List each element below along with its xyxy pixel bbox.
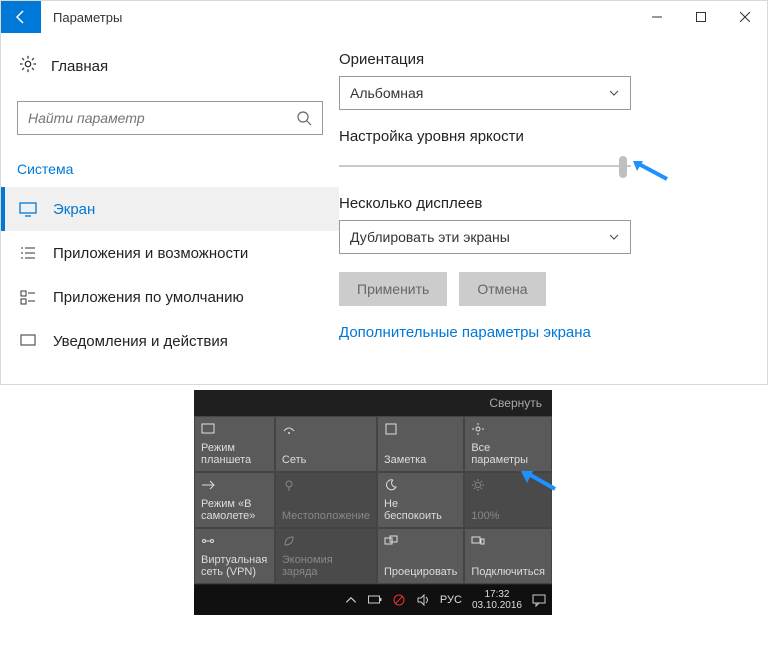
tile-location[interactable]: Местоположение [275,472,377,528]
sidebar: Главная Система Экран Приложения и возмо… [1,33,339,384]
close-icon [740,12,750,22]
brightness-slider[interactable] [339,153,639,183]
nav-label: Уведомления и действия [53,333,228,350]
date: 03.10.2016 [472,600,522,611]
slider-track [339,165,631,167]
airplane-icon [201,478,268,494]
maximize-button[interactable] [679,1,723,33]
gear-icon [471,422,545,438]
minimize-button[interactable] [635,1,679,33]
monitor-icon [19,200,37,218]
chevron-up-icon[interactable] [344,593,358,607]
back-button[interactable] [1,1,41,33]
tile-tablet-mode[interactable]: Режим планшета [194,416,275,472]
network-off-icon[interactable] [392,593,406,607]
vpn-icon [201,534,268,550]
settings-window: Параметры Главная Система Экран [0,0,768,385]
tile-brightness[interactable]: 100% [464,472,552,528]
nav-label: Экран [53,201,95,218]
arrow-left-icon [13,9,29,25]
moon-icon [384,478,457,494]
defaults-icon [19,288,37,306]
tile-quiet-hours[interactable]: Не беспокоить [377,472,464,528]
time: 17:32 [472,589,522,600]
action-center-tiles: Режим планшета Сеть Заметка Все параметр… [194,416,552,584]
nav-label: Приложения и возможности [53,245,248,262]
gear-icon [19,55,37,77]
sidebar-item-notifications[interactable]: Уведомления и действия [1,319,339,363]
tile-project[interactable]: Проецировать [377,528,464,584]
home-button[interactable]: Главная [1,45,339,93]
wifi-icon [282,422,370,438]
category-label: Система [1,151,339,187]
window-controls [635,1,767,33]
note-icon [384,422,457,438]
maximize-icon [696,12,706,22]
tile-battery-saver[interactable]: Экономия заряда [275,528,377,584]
system-tray[interactable]: РУС 17:32 03.10.2016 [344,589,546,611]
list-icon [19,244,37,262]
multi-display-label: Несколько дисплеев [339,195,727,212]
cancel-button[interactable]: Отмена [459,272,545,306]
apply-button[interactable]: Применить [339,272,447,306]
sidebar-item-default-apps[interactable]: Приложения по умолчанию [1,275,339,319]
tile-airplane-mode[interactable]: Режим «В самолете» [194,472,275,528]
tile-note[interactable]: Заметка [377,416,464,472]
close-button[interactable] [723,1,767,33]
slider-thumb[interactable] [619,156,627,178]
brightness-label: Настройка уровня яркости [339,128,727,145]
advanced-display-link[interactable]: Дополнительные параметры экрана [339,324,727,341]
sidebar-item-apps[interactable]: Приложения и возможности [1,231,339,275]
search-input[interactable] [17,101,323,135]
connect-icon [471,534,545,550]
annotation-arrow [519,469,557,498]
orientation-value: Альбомная [350,85,423,101]
action-center-icon[interactable] [532,593,546,607]
battery-icon[interactable] [368,593,382,607]
home-label: Главная [51,58,108,75]
action-center: Свернуть Режим планшета Сеть Заметка Все… [194,390,552,615]
taskbar: РУС 17:32 03.10.2016 [194,585,552,615]
tablet-icon [201,422,268,438]
search-icon [296,110,312,126]
notification-icon [19,332,37,350]
tile-connect[interactable]: Подключиться [464,528,552,584]
collapse-button[interactable]: Свернуть [194,390,552,416]
chevron-down-icon [608,87,620,99]
tile-vpn[interactable]: Виртуальная сеть (VPN) [194,528,275,584]
language-indicator[interactable]: РУС [440,594,462,606]
volume-icon[interactable] [416,593,430,607]
orientation-label: Ориентация [339,51,727,68]
titlebar: Параметры [1,1,767,33]
leaf-icon [282,534,370,550]
minimize-icon [652,12,662,22]
project-icon [384,534,457,550]
orientation-select[interactable]: Альбомная [339,76,631,110]
chevron-down-icon [608,231,620,243]
clock[interactable]: 17:32 03.10.2016 [472,589,522,611]
sidebar-item-display[interactable]: Экран [1,187,339,231]
content-pane: Ориентация Альбомная Настройка уровня яр… [339,33,767,384]
search-field[interactable] [28,110,296,126]
annotation-arrow [631,159,669,188]
tile-all-settings[interactable]: Все параметры [464,416,552,472]
multi-display-value: Дублировать эти экраны [350,229,510,245]
multi-display-select[interactable]: Дублировать эти экраны [339,220,631,254]
window-title: Параметры [41,10,635,25]
tile-network[interactable]: Сеть [275,416,377,472]
nav-label: Приложения по умолчанию [53,289,244,306]
location-icon [282,478,370,494]
